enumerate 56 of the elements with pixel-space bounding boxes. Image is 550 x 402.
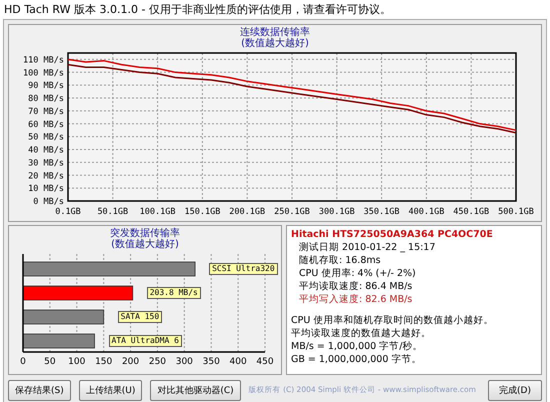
x-tick-label: 250.1GB [274,207,310,215]
x-tick-label: 0 [20,357,26,366]
x-tick-label: 450 [256,357,274,366]
y-tick-label: 10 MB/s [28,184,64,194]
x-tick-label: 400 [230,357,247,366]
bar-label: 203.8 MB/s [146,287,201,299]
x-tick-label: 250 [148,357,166,366]
x-tick-label: 150.1GB [184,207,220,215]
x-tick-label: 0.1GB [55,207,81,215]
y-tick-label: 50 MB/s [28,132,64,143]
y-tick-label: 70 MB/s [28,106,64,117]
info-line: 测试日期 2010-01-22 _ 15:17 [298,241,436,254]
x-tick-label: 50 [44,357,56,366]
info-line: CPU 使用率: 4% (+/- 2%) [298,267,417,280]
bar-label: SCSI Ultra320 [209,263,278,275]
y-tick-label: 0 MB/s [33,197,64,207]
action-button[interactable]: 对比其他驱动器(C) [150,380,241,400]
x-tick-label: 300.1GB [318,207,355,215]
x-tick-label: 100.1GB [140,207,176,215]
y-tick-label: 100 MB/s [23,68,64,78]
info-line: 平均写入速度: 82.6 MB/s [298,293,414,306]
x-tick-label: 200.1GB [229,207,266,215]
x-tick-label: 400.1GB [408,207,444,215]
x-tick-label: 150 [95,357,112,366]
window-title: HD Tach RW 版本 3.0.1.0 - 仅用于非商业性质的评估使用，请查看许可协议。 [4,3,391,16]
chart-subtitle: (数值越大越好) [111,239,179,250]
x-tick-label: 50.1GB [97,207,128,215]
y-tick-label: 60 MB/s [28,120,64,130]
y-tick-label: 30 MB/s [28,158,64,168]
x-tick-label: 100 [68,357,86,366]
action-button[interactable]: 上传结果(U) [78,380,142,400]
bar-label: ATA UltraDMA 6 [108,335,182,347]
y-tick-label: 40 MB/s [28,146,64,156]
note-text: CPU 使用率和随机存取时间的数值越小越好。 [291,314,494,327]
note-text: 平均读取速度的数值越大越好。 [291,327,432,340]
info-line: 平均读取速度: 86.4 MB/s [298,280,414,293]
x-tick-label: 350 [202,357,220,366]
x-tick-label: 350.1GB [364,207,400,215]
chart-title: 突发数据传输率 [110,228,180,239]
info-line: 随机存取: 16.8ms [298,254,382,267]
x-tick-label: 500.1GB [498,207,534,215]
done-button[interactable]: 完成(D) [488,380,542,400]
x-tick-label: 200 [122,357,140,366]
y-tick-label: 80 MB/s [28,94,64,104]
y-tick-label: 110 MB/s [23,55,64,66]
action-button[interactable]: 保存结果(S) [8,380,71,400]
x-tick-label: 300 [176,357,193,366]
bar-label: SATA 150 [118,311,162,323]
chart-subtitle: (数值越大越好) [241,38,309,49]
y-tick-label: 90 MB/s [28,81,64,92]
note-text: MB/s = 1,000,000 字节/秒。 [291,340,424,353]
chart-title: 连续数据传输率 [240,27,310,38]
note-text: GB = 1,000,000,000 字节。 [291,353,422,366]
y-tick-label: 20 MB/s [28,171,64,182]
drive-name: Hitachi HTS725050A9A364 PC4OC70E [291,228,494,241]
x-tick-label: 450.1GB [453,207,490,215]
